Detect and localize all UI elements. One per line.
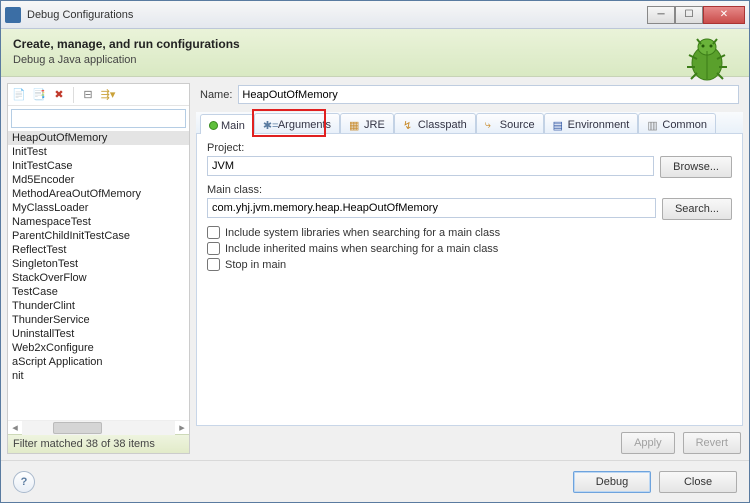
chk-include-inherited-mains[interactable]: Include inherited mains when searching f…	[207, 242, 732, 255]
horizontal-scrollbar[interactable]: ◂▸	[8, 420, 189, 434]
filter-status: Filter matched 38 of 38 items	[8, 434, 189, 453]
tab-jre[interactable]: ▦JRE	[340, 113, 394, 133]
mainclass-input[interactable]	[207, 198, 656, 218]
tree-item[interactable]: HeapOutOfMemory	[8, 131, 189, 145]
left-panel: 📄 📑 ✖ ⊟ ⇶▾ HeapOutOfMemoryInitTestInitTe…	[7, 83, 190, 454]
project-input[interactable]	[207, 156, 654, 176]
debug-button[interactable]: Debug	[573, 471, 651, 493]
tree-item[interactable]: Md5Encoder	[8, 173, 189, 187]
tab-main[interactable]: Main	[200, 114, 254, 134]
name-label: Name:	[200, 89, 232, 101]
environment-icon: ▤	[553, 119, 565, 131]
close-button[interactable]: Close	[659, 471, 737, 493]
page-header: Create, manage, and run configurations D…	[1, 29, 749, 77]
tree-item[interactable]: SingletonTest	[8, 257, 189, 271]
config-tree[interactable]: HeapOutOfMemoryInitTestInitTestCaseMd5En…	[8, 131, 189, 420]
name-input[interactable]	[238, 85, 739, 104]
tree-item[interactable]: UninstallTest	[8, 327, 189, 341]
chk-stop-in-main[interactable]: Stop in main	[207, 258, 732, 271]
chk-include-system-libraries[interactable]: Include system libraries when searching …	[207, 226, 732, 239]
search-button[interactable]: Search...	[662, 198, 732, 220]
tree-item[interactable]: Web2xConfigure	[8, 341, 189, 355]
close-window-button[interactable]: ✕	[703, 6, 745, 24]
browse-button[interactable]: Browse...	[660, 156, 732, 178]
tree-item[interactable]: InitTestCase	[8, 159, 189, 173]
tree-item[interactable]: MethodAreaOutOfMemory	[8, 187, 189, 201]
maximize-button[interactable]: ☐	[675, 6, 703, 24]
collapse-all-icon[interactable]: ⊟	[80, 87, 96, 103]
apply-button[interactable]: Apply	[621, 432, 675, 454]
main-area: 📄 📑 ✖ ⊟ ⇶▾ HeapOutOfMemoryInitTestInitTe…	[1, 77, 749, 460]
tab-source[interactable]: ⤷Source	[476, 113, 544, 133]
tab-classpath[interactable]: ↯Classpath	[394, 113, 476, 133]
tree-item[interactable]: NamespaceTest	[8, 215, 189, 229]
debug-configurations-window: Debug Configurations ─ ☐ ✕ Create, manag…	[0, 0, 750, 503]
classpath-icon: ↯	[403, 119, 415, 131]
left-toolbar: 📄 📑 ✖ ⊟ ⇶▾	[8, 84, 189, 106]
tree-item[interactable]: MyClassLoader	[8, 201, 189, 215]
tree-item[interactable]: InitTest	[8, 145, 189, 159]
tree-item[interactable]: ParentChildInitTestCase	[8, 229, 189, 243]
tree-item[interactable]: nit	[8, 369, 189, 383]
title-bar: Debug Configurations ─ ☐ ✕	[1, 1, 749, 29]
tab-arguments[interactable]: ✱=Arguments	[254, 113, 340, 133]
panel-actions: Apply Revert	[196, 426, 743, 454]
tree-item[interactable]: ThunderService	[8, 313, 189, 327]
config-tabs: Main ✱=Arguments ▦JRE ↯Classpath ⤷Source…	[196, 112, 743, 134]
filter-dropdown-icon[interactable]: ⇶▾	[100, 87, 116, 103]
page-title: Create, manage, and run configurations	[13, 37, 737, 51]
revert-button[interactable]: Revert	[683, 432, 741, 454]
tree-item[interactable]: aScript Application	[8, 355, 189, 369]
delete-config-icon[interactable]: ✖	[51, 87, 67, 103]
help-icon[interactable]: ?	[13, 471, 35, 493]
page-subtitle: Debug a Java application	[13, 54, 737, 66]
source-icon: ⤷	[485, 119, 497, 131]
tree-item[interactable]: TestCase	[8, 285, 189, 299]
name-row: Name:	[196, 83, 743, 112]
common-icon: ▥	[647, 119, 659, 131]
tab-common[interactable]: ▥Common	[638, 113, 716, 133]
tree-item[interactable]: StackOverFlow	[8, 271, 189, 285]
bug-icon	[679, 33, 731, 85]
tree-item[interactable]: ThunderClint	[8, 299, 189, 313]
tab-panel-main: Project: Browse... Main class: Search...…	[196, 134, 743, 426]
filter-input[interactable]	[11, 109, 186, 128]
minimize-button[interactable]: ─	[647, 6, 675, 24]
tree-item[interactable]: ReflectTest	[8, 243, 189, 257]
dialog-footer: ? Debug Close	[1, 460, 749, 502]
duplicate-config-icon[interactable]: 📑	[31, 87, 47, 103]
project-label: Project:	[207, 142, 732, 154]
right-panel: Name: Main ✱=Arguments ▦JRE ↯Classpath ⤷…	[196, 83, 743, 454]
tab-environment[interactable]: ▤Environment	[544, 113, 639, 133]
mainclass-label: Main class:	[207, 184, 732, 196]
new-config-icon[interactable]: 📄	[11, 87, 27, 103]
jre-icon: ▦	[349, 119, 361, 131]
app-icon	[5, 7, 21, 23]
run-icon	[209, 121, 218, 130]
arguments-icon: ✱=	[263, 119, 275, 131]
window-title: Debug Configurations	[27, 9, 647, 21]
